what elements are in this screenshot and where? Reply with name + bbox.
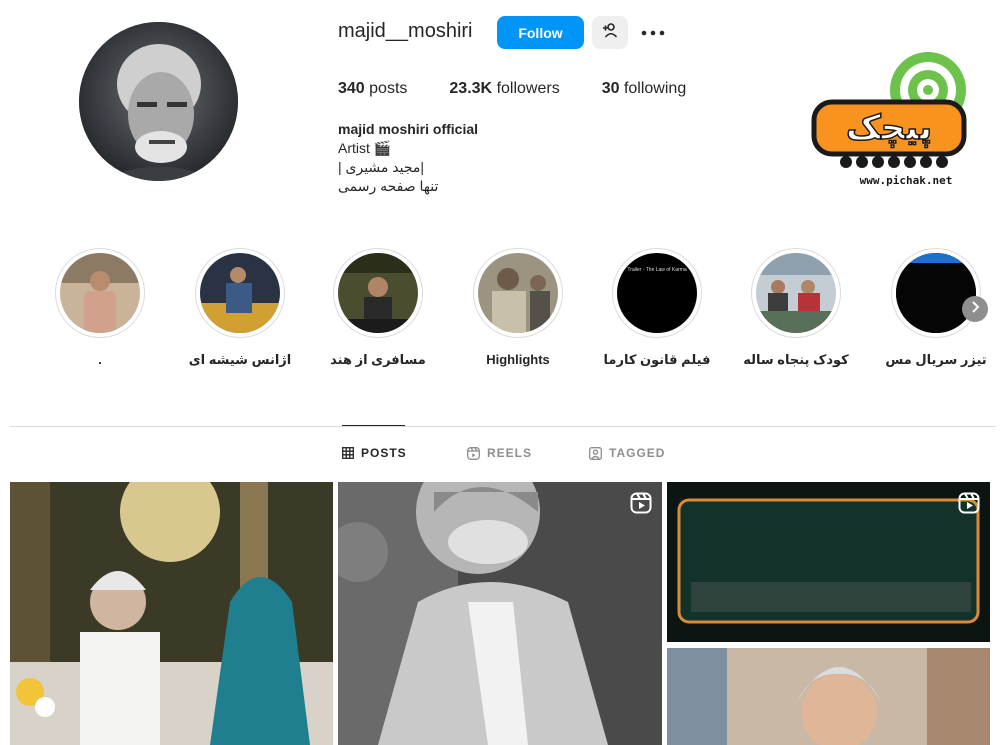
active-tab-indicator — [342, 425, 405, 426]
highlight-label: اژانس شیشه ای — [188, 352, 292, 367]
bio-line: تنها صفحه رسمی — [338, 178, 439, 194]
tab-label: POSTS — [361, 446, 407, 460]
suggest-user-button[interactable] — [592, 16, 628, 49]
tab-tagged[interactable]: TAGGED — [589, 446, 665, 460]
posts-count: 340 — [338, 80, 365, 97]
tab-label: TAGGED — [609, 446, 666, 460]
profile-category: Artist 🎬 — [338, 140, 392, 156]
highlight-thumb-text: Trailer - The Law of Karma — [627, 267, 687, 273]
profile-username: majid__moshiri — [338, 20, 473, 42]
reel-icon — [958, 492, 980, 519]
followers-count: 23.3K — [449, 80, 493, 97]
tab-posts[interactable]: POSTS — [342, 446, 407, 460]
bio-line: |مجید مشیری | — [338, 159, 425, 175]
pichak-watermark: پیچک www.pichak.net — [806, 50, 976, 190]
tagged-icon — [589, 446, 602, 460]
tab-label: REELS — [487, 446, 533, 460]
watermark-logo-text: پیچک — [846, 108, 932, 148]
followers-stat[interactable]: 23.3K followers — [449, 80, 559, 98]
profile-bio: majid moshiri official Artist 🎬 |مجید مش… — [338, 120, 478, 196]
profile-stats: 340 posts 23.3K followers 30 following — [338, 80, 728, 98]
highlights-next-button[interactable] — [962, 296, 988, 322]
post-thumbnail[interactable] — [667, 482, 990, 745]
following-label: following — [623, 80, 687, 97]
following-count: 30 — [601, 80, 620, 97]
reels-icon — [467, 446, 480, 460]
highlight-label: Highlights — [486, 352, 550, 367]
tabs-divider — [10, 426, 996, 427]
post-thumbnail[interactable] — [10, 482, 333, 745]
highlight-item[interactable]: کودک پنجاه ساله — [726, 248, 866, 368]
watermark-url: www.pichak.net — [860, 174, 953, 187]
more-dots-icon — [641, 23, 665, 41]
highlight-item[interactable]: اژانس شیشه ای — [170, 248, 310, 368]
reel-icon — [630, 492, 652, 519]
chevron-right-icon — [970, 300, 980, 318]
tab-reels[interactable]: REELS — [467, 446, 532, 460]
highlight-label: فیلم قانون کارما — [603, 352, 711, 367]
following-stat[interactable]: 30 following — [602, 80, 687, 98]
profile-full-name: majid moshiri official — [338, 121, 479, 137]
highlight-item[interactable]: Trailer - The Law of Karma فیلم قانون کا… — [587, 248, 727, 368]
grid-icon — [342, 447, 354, 459]
highlight-label: مسافری از هند — [330, 352, 426, 367]
highlight-label: تیزر سریال مس — [885, 352, 987, 367]
post-thumbnail[interactable] — [338, 482, 662, 745]
profile-avatar[interactable] — [79, 22, 238, 181]
highlight-item[interactable]: . — [30, 248, 170, 367]
highlight-item[interactable]: مسافری از هند — [308, 248, 448, 368]
highlight-label: . — [98, 352, 102, 367]
posts-stat: 340 posts — [338, 80, 407, 98]
follow-button[interactable]: Follow — [497, 16, 584, 49]
add-user-icon — [602, 22, 618, 43]
posts-label: posts — [369, 80, 408, 97]
more-options-button[interactable] — [638, 22, 668, 42]
followers-label: followers — [496, 80, 560, 97]
highlight-item[interactable]: Highlights — [448, 248, 588, 367]
highlight-label: کودک پنجاه ساله — [743, 352, 849, 367]
